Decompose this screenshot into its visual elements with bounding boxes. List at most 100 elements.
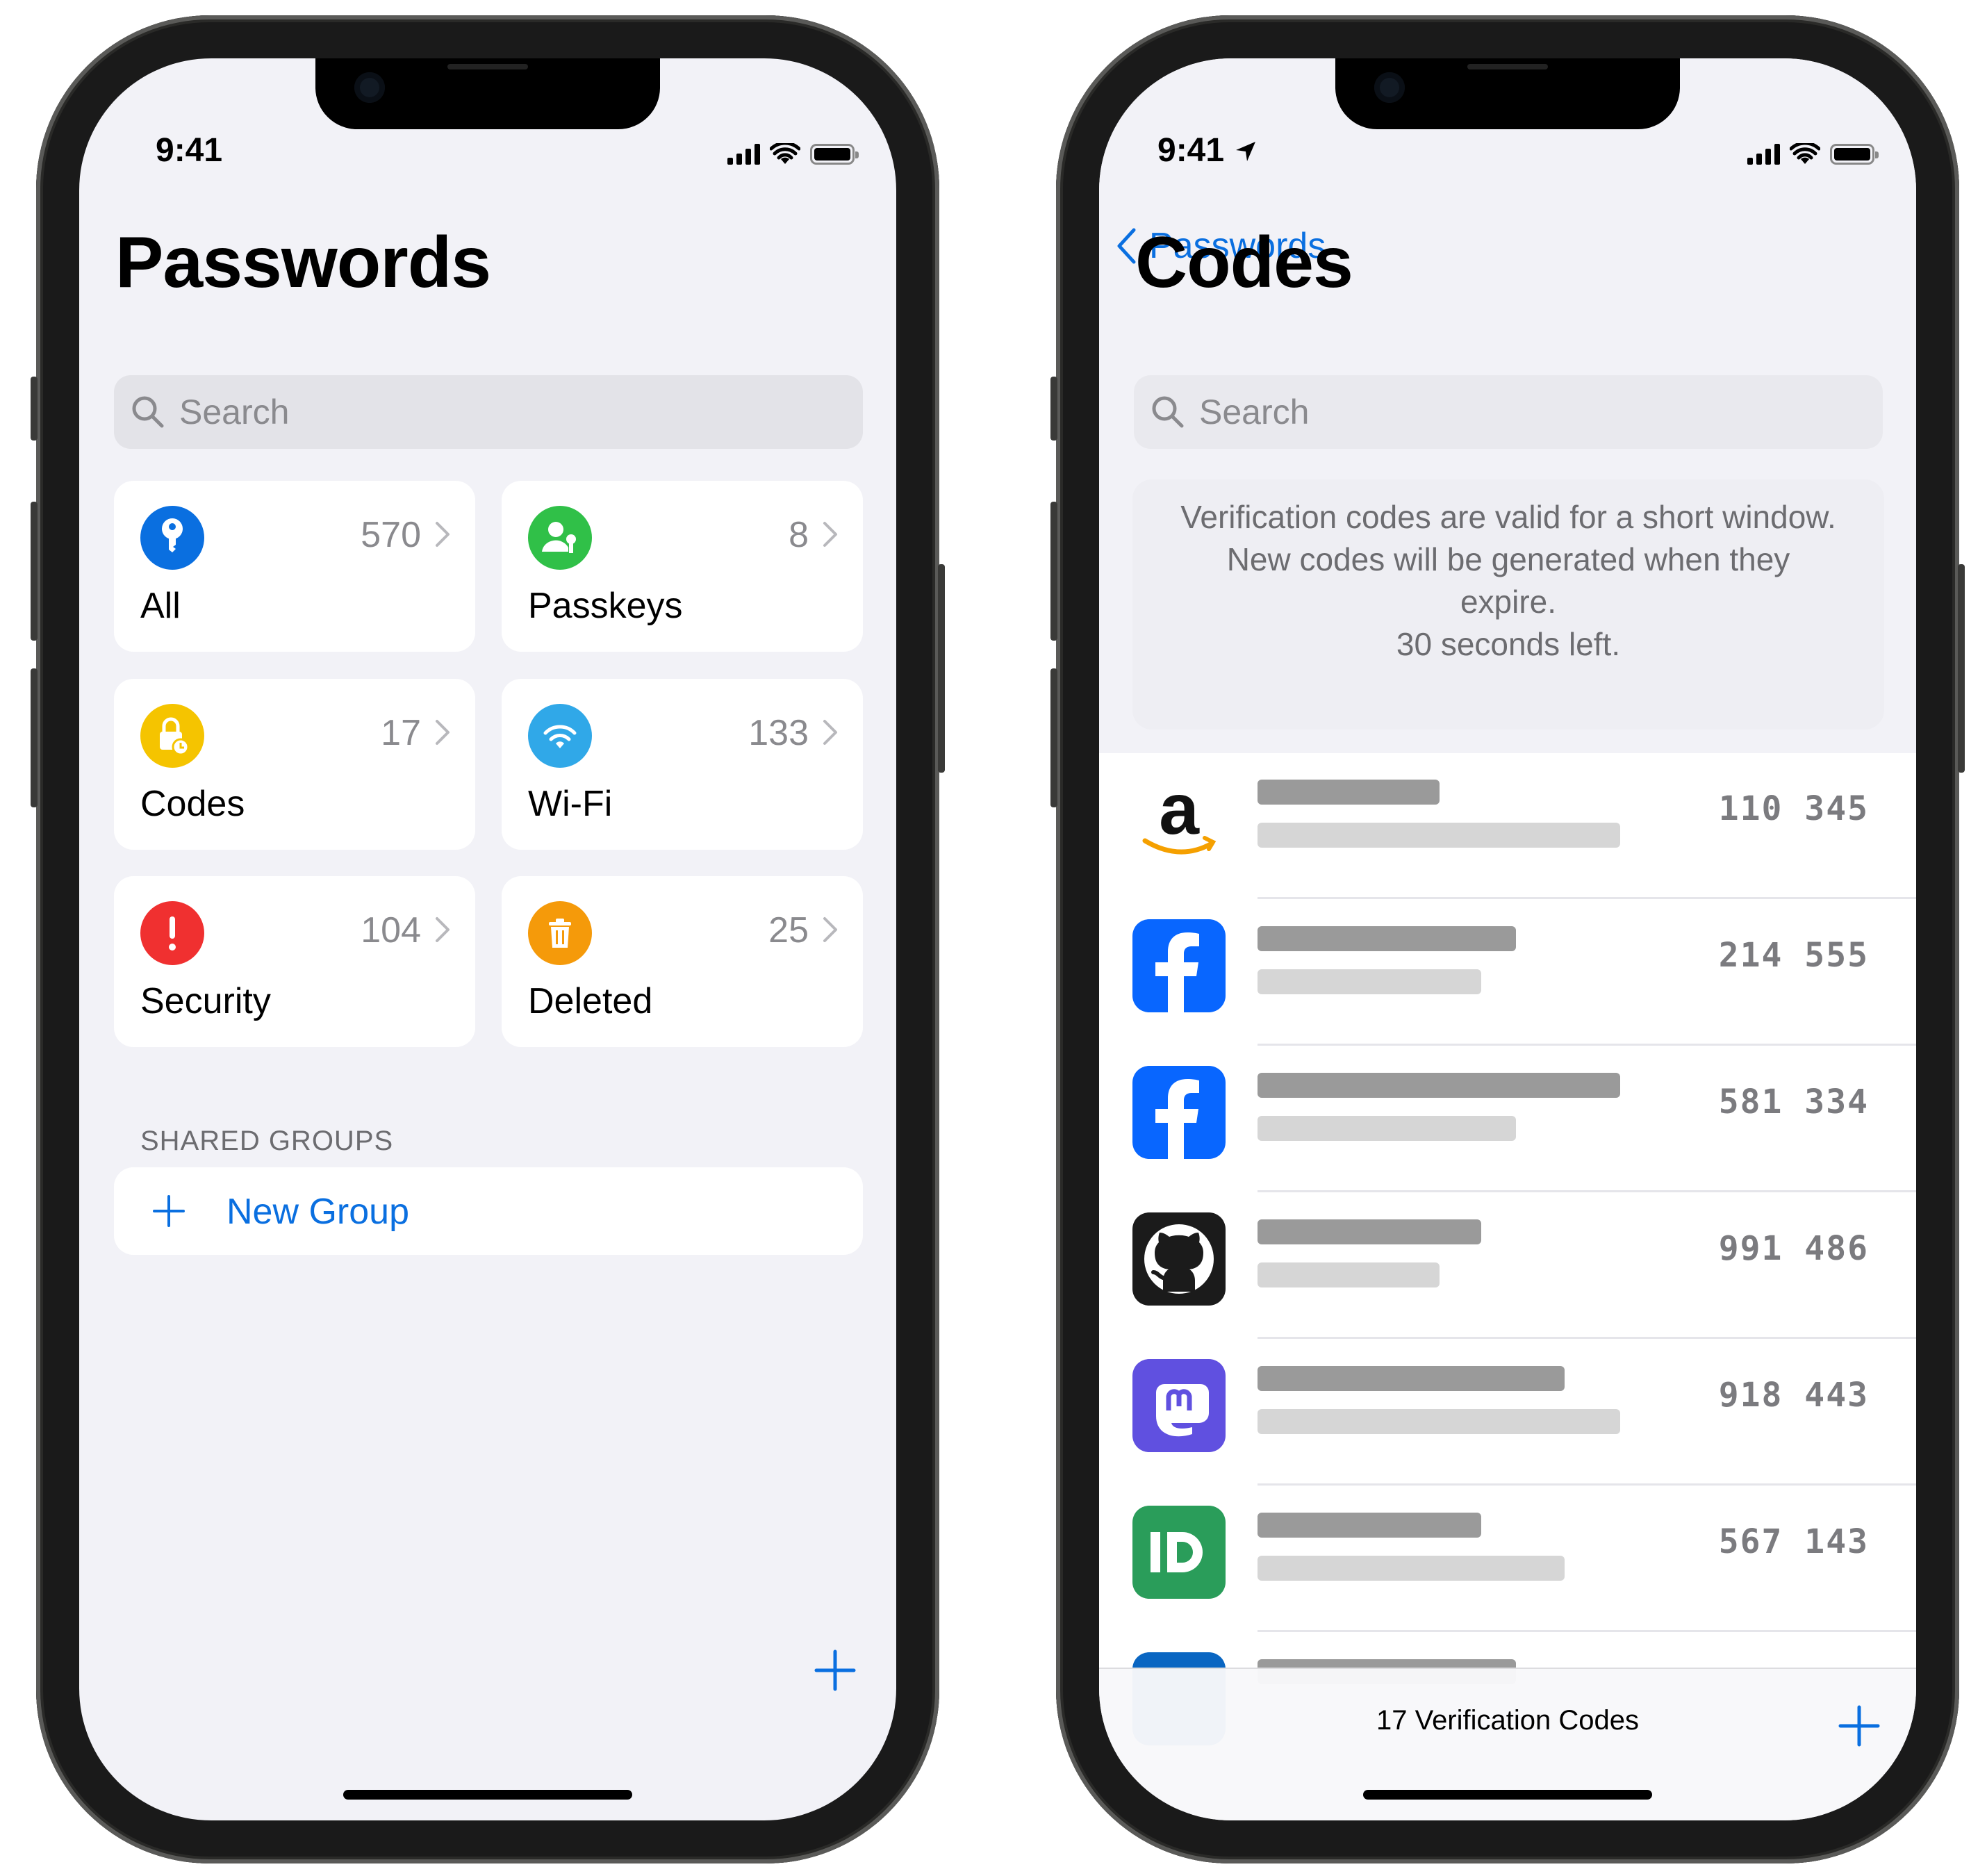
count: 8 <box>789 515 809 555</box>
battery-icon <box>810 144 859 165</box>
count: 17 <box>381 713 421 753</box>
trash-icon <box>528 901 592 965</box>
search-placeholder: Search <box>179 393 290 431</box>
chevron-right-icon <box>823 522 837 547</box>
home-indicator[interactable] <box>1363 1790 1652 1800</box>
status-time: 9:41 <box>1157 131 1258 170</box>
category-label: All <box>140 586 181 626</box>
category-codes[interactable]: 17 Codes <box>114 679 475 850</box>
amazon-logo: a <box>1132 773 1226 866</box>
wifi-icon <box>528 704 592 768</box>
verification-code: 991 486 <box>1718 1229 1869 1268</box>
page-title: Codes <box>1135 222 1353 303</box>
chevron-right-icon <box>823 917 837 942</box>
home-indicator[interactable] <box>343 1790 632 1800</box>
notice-line: expire. <box>1460 584 1557 620</box>
code-row[interactable]: 991 486 <box>1099 1193 1916 1339</box>
new-group-label: New Group <box>226 1192 409 1232</box>
code-row[interactable]: 918 443 <box>1099 1340 1916 1486</box>
mastodon-logo <box>1132 1359 1226 1452</box>
account-detail-placeholder <box>1258 823 1620 848</box>
wifi-status-icon <box>1790 143 1820 164</box>
count: 133 <box>748 713 809 753</box>
account-detail-placeholder <box>1258 1556 1565 1581</box>
category-deleted[interactable]: 25 Deleted <box>502 876 863 1047</box>
notch <box>1335 58 1680 129</box>
exclamation-icon <box>140 901 204 965</box>
account-name-placeholder <box>1258 1366 1565 1391</box>
facebook-logo <box>1132 919 1226 1012</box>
search-icon <box>1152 396 1184 428</box>
notch <box>315 58 660 129</box>
verification-code: 567 143 <box>1718 1522 1869 1561</box>
search-field[interactable]: Search <box>114 375 863 449</box>
person-key-icon <box>528 506 592 570</box>
status-bar-icons <box>727 143 859 165</box>
search-placeholder: Search <box>1199 393 1310 431</box>
category-security[interactable]: 104 Security <box>114 876 475 1047</box>
category-label: Wi-Fi <box>528 784 613 824</box>
github-logo <box>1132 1212 1226 1306</box>
account-name-placeholder <box>1258 1513 1481 1538</box>
verification-code: 214 555 <box>1718 936 1869 975</box>
id-me-logo <box>1132 1506 1226 1599</box>
ringer-switch <box>31 377 38 441</box>
status-bar-icons <box>1747 143 1879 165</box>
key-icon <box>140 506 204 570</box>
verification-code: 110 345 <box>1718 789 1869 828</box>
account-detail-placeholder <box>1258 969 1481 994</box>
screen-codes: 9:41 Passwords Codes Search Verification… <box>1099 58 1916 1820</box>
code-row[interactable]: a 110 345 <box>1099 753 1916 899</box>
count: 104 <box>361 910 421 951</box>
code-row[interactable]: 214 555 <box>1099 900 1916 1046</box>
new-group-button[interactable]: New Group <box>114 1167 863 1255</box>
account-detail-placeholder <box>1258 1116 1516 1141</box>
cellular-signal-icon <box>727 144 760 165</box>
account-name-placeholder <box>1258 926 1516 951</box>
svg-text:a: a <box>1159 773 1200 850</box>
code-row[interactable]: 581 334 <box>1099 1046 1916 1192</box>
codes-count-label: 17 Verification Codes <box>1376 1705 1639 1736</box>
category-label: Deleted <box>528 981 653 1021</box>
add-password-button[interactable] <box>814 1649 856 1691</box>
account-name-placeholder <box>1258 780 1440 805</box>
add-code-button[interactable] <box>1838 1705 1880 1747</box>
verification-notice: Verification codes are valid for a short… <box>1132 479 1884 730</box>
status-time: 9:41 <box>156 132 223 169</box>
account-detail-placeholder <box>1258 1409 1620 1434</box>
volume-up-button <box>31 502 38 641</box>
lock-clock-icon <box>140 704 204 768</box>
chevron-right-icon <box>436 720 450 745</box>
account-name-placeholder <box>1258 1073 1620 1098</box>
category-label: Security <box>140 981 271 1021</box>
cellular-signal-icon <box>1747 144 1780 165</box>
account-detail-placeholder <box>1258 1262 1440 1287</box>
search-field[interactable]: Search <box>1134 375 1883 449</box>
verification-code: 918 443 <box>1718 1376 1869 1415</box>
category-passkeys[interactable]: 8 Passkeys <box>502 481 863 652</box>
notice-line: New codes will be generated when they <box>1226 541 1790 577</box>
category-all[interactable]: 570 All <box>114 481 475 652</box>
phone-frame-left: 9:41 Passwords Search 570 All 8 Passkeys… <box>31 15 945 1863</box>
category-wifi[interactable]: 133 Wi-Fi <box>502 679 863 850</box>
page-title: Passwords <box>115 222 491 303</box>
phone-frame-right: 9:41 Passwords Codes Search Verification… <box>1050 15 1965 1863</box>
screen-passwords: 9:41 Passwords Search 570 All 8 Passkeys… <box>79 58 896 1820</box>
plus-icon <box>153 1195 185 1227</box>
code-row[interactable]: 567 143 <box>1099 1486 1916 1632</box>
chevron-right-icon <box>436 522 450 547</box>
chevron-left-icon <box>1117 228 1136 264</box>
facebook-logo <box>1132 1066 1226 1159</box>
chevron-right-icon <box>823 720 837 745</box>
battery-icon <box>1830 144 1879 165</box>
search-icon <box>132 396 164 428</box>
ringer-switch <box>1050 377 1057 441</box>
category-label: Codes <box>140 784 245 824</box>
count: 25 <box>768 910 809 951</box>
category-label: Passkeys <box>528 586 683 626</box>
location-arrow-icon <box>1236 142 1256 161</box>
verification-code: 581 334 <box>1718 1083 1869 1121</box>
chevron-right-icon <box>436 917 450 942</box>
shared-groups-header: SHARED GROUPS <box>140 1126 394 1156</box>
volume-down-button <box>1050 668 1057 807</box>
